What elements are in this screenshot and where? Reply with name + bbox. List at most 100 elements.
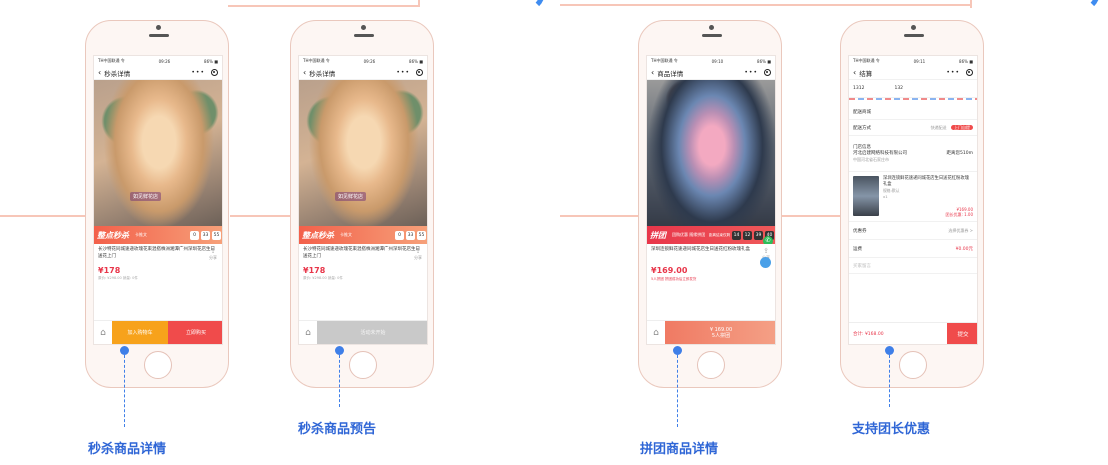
home-icon[interactable]: ⌂: [94, 321, 112, 344]
camera: [361, 25, 366, 30]
address-row[interactable]: 1312 132: [849, 80, 977, 98]
phone-flash-sale-preview: TH中国联通 令 09:26 86% ■ ‹ 秒杀详情 ••• 如见鲜花店 整点…: [290, 20, 434, 388]
phone-group-buy-detail: TH中国联通 令 09:10 86% ■ ‹ 商品详情 ••• 拼团 团购优惠 …: [638, 20, 782, 388]
action-bar: ⌂ 加入购物车 立即购买: [94, 320, 222, 344]
more-icon[interactable]: •••: [946, 69, 960, 76]
action-bar: ⌂ ¥ 169.00 5人拼团: [647, 320, 775, 344]
coupon-row[interactable]: 优惠券 选择优惠券 >: [849, 222, 977, 240]
battery: 86% ■: [959, 58, 973, 64]
deco-line: [560, 215, 640, 217]
close-icon[interactable]: [211, 69, 218, 76]
countdown-label: 距离结束仅剩: [709, 232, 730, 237]
product-title: 长沙特花同城速递玫瑰花束混搭株洲湘潭广州深圳花店生日送花上门: [303, 247, 420, 259]
more-icon[interactable]: •••: [744, 69, 758, 76]
feature-showcase: TH中国联通 令 09:26 86% ■ ‹ 秒杀详情 ••• 如见鲜花店 整点…: [0, 0, 1108, 465]
buyer-remark-placeholder: 买家留言: [853, 263, 871, 269]
status-bar: TH中国联通 令 09:26 86% ■: [94, 56, 222, 66]
coupon-value: 选择优惠券 >: [948, 227, 973, 233]
flash-sale-banner: 整点秒杀 卡推文 0 33 55: [299, 226, 427, 244]
checkout-bar: 合计: ¥168.00 提交: [849, 322, 977, 344]
countdown-hours: 0: [395, 230, 404, 240]
chat-bubble-icon[interactable]: [760, 257, 771, 268]
home-icon[interactable]: ⌂: [647, 321, 665, 344]
address-divider: [849, 98, 977, 100]
section-title: 配送商城: [849, 104, 977, 120]
camera: [911, 25, 916, 30]
clock: 09:26: [363, 58, 376, 64]
leader-discount: 团长优惠: 1.00: [945, 212, 973, 217]
back-icon[interactable]: ‹: [303, 68, 306, 77]
close-icon[interactable]: [416, 69, 423, 76]
back-icon[interactable]: ‹: [98, 68, 101, 77]
camera: [156, 25, 161, 30]
buyer-remark-field[interactable]: 买家留言: [849, 258, 977, 274]
product-description: 深圳连锁鲜花速递同城花店生日送花红粉玫瑰礼盒 ⇪分享: [647, 244, 775, 264]
goods-info: 深圳连锁鲜花速递同城花店生日送花红粉玫瑰礼盒 规格:默认 x1 ¥169.00 …: [879, 176, 973, 217]
section-title-text: 配送商城: [853, 109, 871, 115]
home-button: [899, 351, 927, 379]
share-button[interactable]: ⇪分享: [209, 248, 217, 261]
product-photo[interactable]: 如见鲜花店 整点秒杀 卡推文 0 33 55: [299, 80, 427, 244]
back-icon[interactable]: ‹: [853, 68, 856, 77]
submit-order-button[interactable]: 提交: [947, 323, 977, 344]
product-photo[interactable]: 如见鲜花店 整点秒杀 卡推文 0 33 55: [94, 80, 222, 244]
home-button: [697, 351, 725, 379]
deco-arc: [1060, 0, 1100, 12]
promo-subtitle: 卡推文: [340, 232, 352, 237]
store-row[interactable]: 门店信息 河北启建网络科技有限公司 距离您510m 中国河北省石家庄市: [849, 136, 977, 172]
countdown: 0 33 55: [190, 230, 221, 240]
battery: 86% ■: [204, 58, 218, 64]
product-title: 长沙特花同城速递玫瑰花束混搭株洲湘潭广州深圳花店生日送花上门: [98, 247, 215, 259]
flash-sale-banner: 整点秒杀 卡推文 0 33 55: [94, 226, 222, 244]
speaker: [149, 34, 169, 37]
phone-screen: TH中国联通 令 09:26 86% ■ ‹ 秒杀详情 ••• 如见鲜花店 整点…: [298, 55, 428, 345]
nav-bar: ‹ 秒杀详情 •••: [299, 66, 427, 80]
status-bar: TH中国联通 令 09:26 86% ■: [299, 56, 427, 66]
store-distance: 距离您510m: [946, 150, 973, 156]
product-photo[interactable]: 拼团 团购优惠 随缘拼团 距离结束仅剩 14 12 39 40 ✆: [647, 80, 775, 244]
promo-title: 拼团: [650, 230, 666, 240]
nav-bar: ‹ 商品详情 •••: [647, 66, 775, 80]
home-button: [144, 351, 172, 379]
deco-line: [778, 215, 842, 217]
caption-group-buy-detail: 拼团商品详情: [640, 442, 719, 457]
close-icon[interactable]: [966, 69, 973, 76]
delivery-express-option[interactable]: 快递配送: [931, 125, 947, 130]
share-button[interactable]: ⇪分享: [414, 248, 422, 261]
countdown-minutes: 39: [754, 230, 763, 240]
countdown-days: 14: [732, 230, 741, 240]
phone-screen: TH中国联通 令 09:10 86% ■ ‹ 商品详情 ••• 拼团 团购优惠 …: [646, 55, 776, 345]
deco-arc: [505, 0, 545, 12]
clock: 09:26: [158, 58, 171, 64]
freight-label: 运费: [853, 246, 862, 252]
callout-dot: [120, 346, 129, 355]
group-buy-tip: 5人拼团 拼团成功后立即发货: [651, 277, 697, 281]
callout-line: [677, 355, 678, 427]
speaker: [904, 34, 924, 37]
delivery-options: 快递配送 上门自提: [931, 124, 973, 131]
goods-price-block: ¥169.00 团长优惠: 1.00: [945, 207, 973, 217]
deco-line: [228, 5, 420, 7]
caption-flash-sale-detail: 秒杀商品详情: [88, 442, 167, 457]
recipient-name: 1312: [853, 86, 865, 91]
callout-line: [124, 355, 125, 427]
more-icon[interactable]: •••: [396, 69, 410, 76]
home-icon[interactable]: ⌂: [299, 321, 317, 344]
add-to-cart-button[interactable]: 加入购物车: [112, 321, 168, 344]
close-icon[interactable]: [764, 69, 771, 76]
countdown-hours: 12: [743, 230, 752, 240]
nav-bar: ‹ 结算 •••: [849, 66, 977, 80]
more-icon[interactable]: •••: [191, 69, 205, 76]
shop-watermark: 如见鲜花店: [130, 192, 162, 201]
promo-title: 整点秒杀: [302, 230, 334, 240]
delivery-pickup-option[interactable]: 上门自提: [951, 124, 973, 130]
phone-icon[interactable]: ✆: [763, 236, 773, 244]
not-started-button[interactable]: 活动未开始: [317, 321, 427, 344]
product-price: ¥178: [98, 266, 121, 275]
deco-line: [560, 4, 972, 6]
deco-line: [0, 215, 88, 217]
buy-now-button[interactable]: 立即购买: [168, 321, 222, 344]
start-group-button[interactable]: ¥ 169.00 5人拼团: [665, 321, 775, 344]
back-icon[interactable]: ‹: [651, 68, 654, 77]
promo-title: 整点秒杀: [97, 230, 129, 240]
